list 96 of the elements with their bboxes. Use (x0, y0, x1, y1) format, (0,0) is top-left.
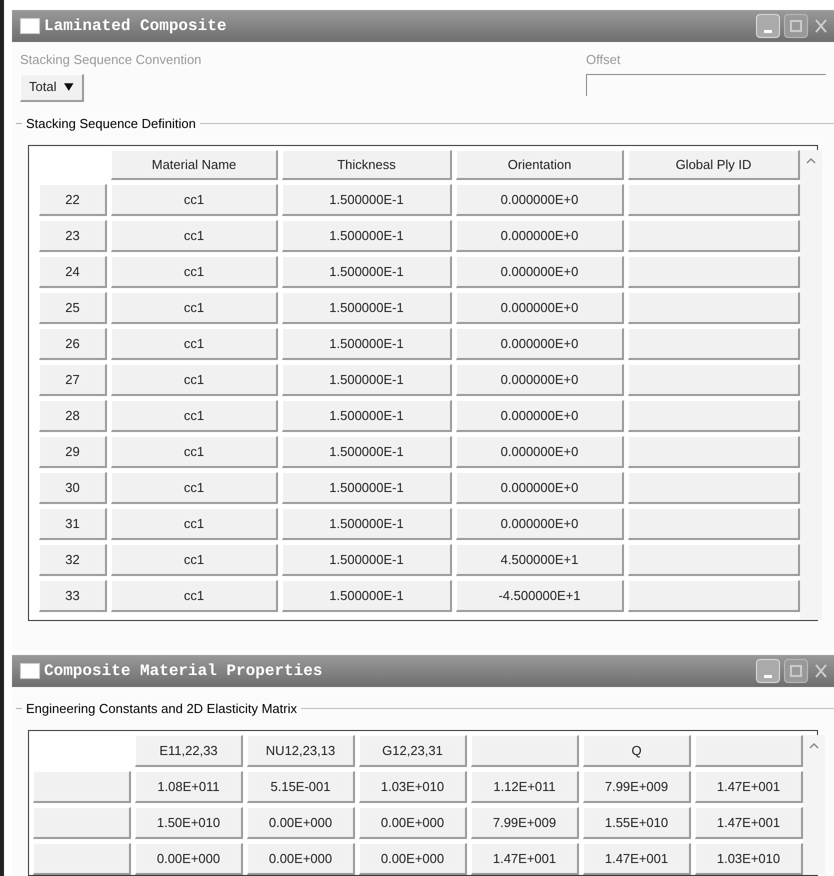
table-cell: 1.500000E-1 (282, 580, 452, 612)
table-cell: 0.000000E+0 (456, 364, 624, 396)
offset-field[interactable] (586, 74, 826, 96)
table-cell: 1.47E+001 (583, 843, 691, 875)
table-cell: 1.500000E-1 (282, 220, 452, 252)
row-header[interactable]: 29 (39, 436, 107, 468)
table-cell: cc1 (111, 544, 278, 576)
table-cell: 0.000000E+0 (456, 328, 624, 360)
table-cell: cc1 (111, 184, 278, 216)
row-header[interactable]: 32 (39, 544, 107, 576)
convention-label: Stacking Sequence Convention (20, 51, 202, 69)
row-header[interactable]: 26 (39, 328, 107, 360)
table-cell: 0.000000E+0 (456, 184, 624, 216)
table-cell: 0.000000E+0 (456, 472, 624, 504)
row-header[interactable]: 33 (39, 580, 107, 612)
table-cell: 0.00E+000 (135, 843, 243, 875)
table-cell: 0.000000E+0 (456, 400, 624, 432)
table-cell: 0.000000E+0 (456, 256, 624, 288)
row-header[interactable] (33, 843, 131, 875)
window-icon (20, 662, 40, 678)
row-header[interactable]: 24 (39, 256, 107, 288)
table-cell: 7.99E+009 (471, 807, 579, 839)
table-cell: cc1 (111, 436, 278, 468)
table-cell: 1.500000E-1 (282, 436, 452, 468)
row-header[interactable]: 27 (39, 364, 107, 396)
table-cell: 1.500000E-1 (282, 472, 452, 504)
column-header[interactable] (471, 735, 579, 767)
table-cell: 1.08E+011 (135, 771, 243, 803)
convention-dropdown[interactable]: Total (20, 74, 84, 102)
table-cell: 1.03E+010 (695, 843, 803, 875)
window-title: Laminated Composite (44, 16, 228, 37)
table-cell: 1.500000E-1 (282, 508, 452, 540)
row-header[interactable]: 31 (39, 508, 107, 540)
table-cell: cc1 (111, 400, 278, 432)
table-cell: 0.00E+000 (247, 807, 355, 839)
table-cell: 1.50E+010 (135, 807, 243, 839)
table-cell: 1.47E+001 (695, 807, 803, 839)
table-cell: cc1 (111, 256, 278, 288)
table-cell: 0.00E+000 (359, 843, 467, 875)
row-header[interactable]: 30 (39, 472, 107, 504)
table-cell: 1.500000E-1 (282, 400, 452, 432)
table-cell: 1.500000E-1 (282, 292, 452, 324)
table-cell: 1.500000E-1 (282, 256, 452, 288)
maximize-button[interactable] (784, 658, 808, 682)
table-cell: 1.03E+010 (359, 771, 467, 803)
table-cell: 1.500000E-1 (282, 328, 452, 360)
table-cell: cc1 (111, 580, 278, 612)
column-header[interactable]: E11,22,33 (135, 735, 243, 767)
window-icon (20, 18, 40, 34)
maximize-button[interactable] (784, 14, 808, 38)
table-cell: 0.00E+000 (247, 843, 355, 875)
table-cell: 0.000000E+0 (456, 436, 624, 468)
column-header[interactable]: NU12,23,13 (247, 735, 355, 767)
table-cell: cc1 (111, 220, 278, 252)
table-cell: 1.500000E-1 (282, 184, 452, 216)
column-header[interactable]: Global Ply ID (628, 150, 800, 180)
table-cell: cc1 (111, 328, 278, 360)
caret-icon (64, 83, 74, 91)
row-header[interactable]: 28 (39, 400, 107, 432)
row-header[interactable]: 22 (39, 184, 107, 216)
row-header[interactable] (33, 807, 131, 839)
table-cell: 0.000000E+0 (456, 292, 624, 324)
table-cell: 5.15E-001 (247, 771, 355, 803)
column-header[interactable]: Thickness (282, 150, 452, 180)
table-cell: 1.500000E-1 (282, 364, 452, 396)
table-cell: cc1 (111, 292, 278, 324)
table-cell: 4.500000E+1 (456, 544, 624, 576)
table-cell: 1.47E+001 (471, 843, 579, 875)
table-cell: cc1 (111, 472, 278, 504)
minimize-button[interactable] (756, 14, 780, 38)
table-cell: -4.500000E+1 (456, 580, 624, 612)
table-cell: cc1 (111, 364, 278, 396)
table-cell: 0.000000E+0 (456, 508, 624, 540)
table-cell: 0.000000E+0 (456, 220, 624, 252)
row-header[interactable]: 23 (39, 220, 107, 252)
offset-label: Offset (586, 51, 622, 69)
section-title: Stacking Sequence Definition (25, 114, 197, 133)
column-header[interactable]: Orientation (456, 150, 624, 180)
column-header[interactable]: Material Name (111, 150, 278, 180)
close-icon (814, 662, 828, 678)
row-header[interactable] (33, 771, 131, 803)
table-cell: 1.12E+011 (471, 771, 579, 803)
table-cell: 1.55E+010 (583, 807, 691, 839)
column-header[interactable]: Q (583, 735, 691, 767)
close-icon (814, 18, 828, 34)
row-header[interactable]: 25 (39, 292, 107, 324)
column-header[interactable] (695, 735, 803, 767)
table-cell: 1.47E+001 (695, 771, 803, 803)
column-header[interactable]: G12,23,31 (359, 735, 467, 767)
window-title: Composite Material Properties (44, 660, 324, 682)
section-title: Engineering Constants and 2D Elasticity Matrix (25, 700, 298, 718)
table-cell: 1.500000E-1 (282, 544, 452, 576)
table-cell: cc1 (111, 508, 278, 540)
table-cell: 7.99E+009 (583, 771, 691, 803)
minimize-button[interactable] (756, 658, 780, 682)
table-cell: 0.00E+000 (359, 807, 467, 839)
